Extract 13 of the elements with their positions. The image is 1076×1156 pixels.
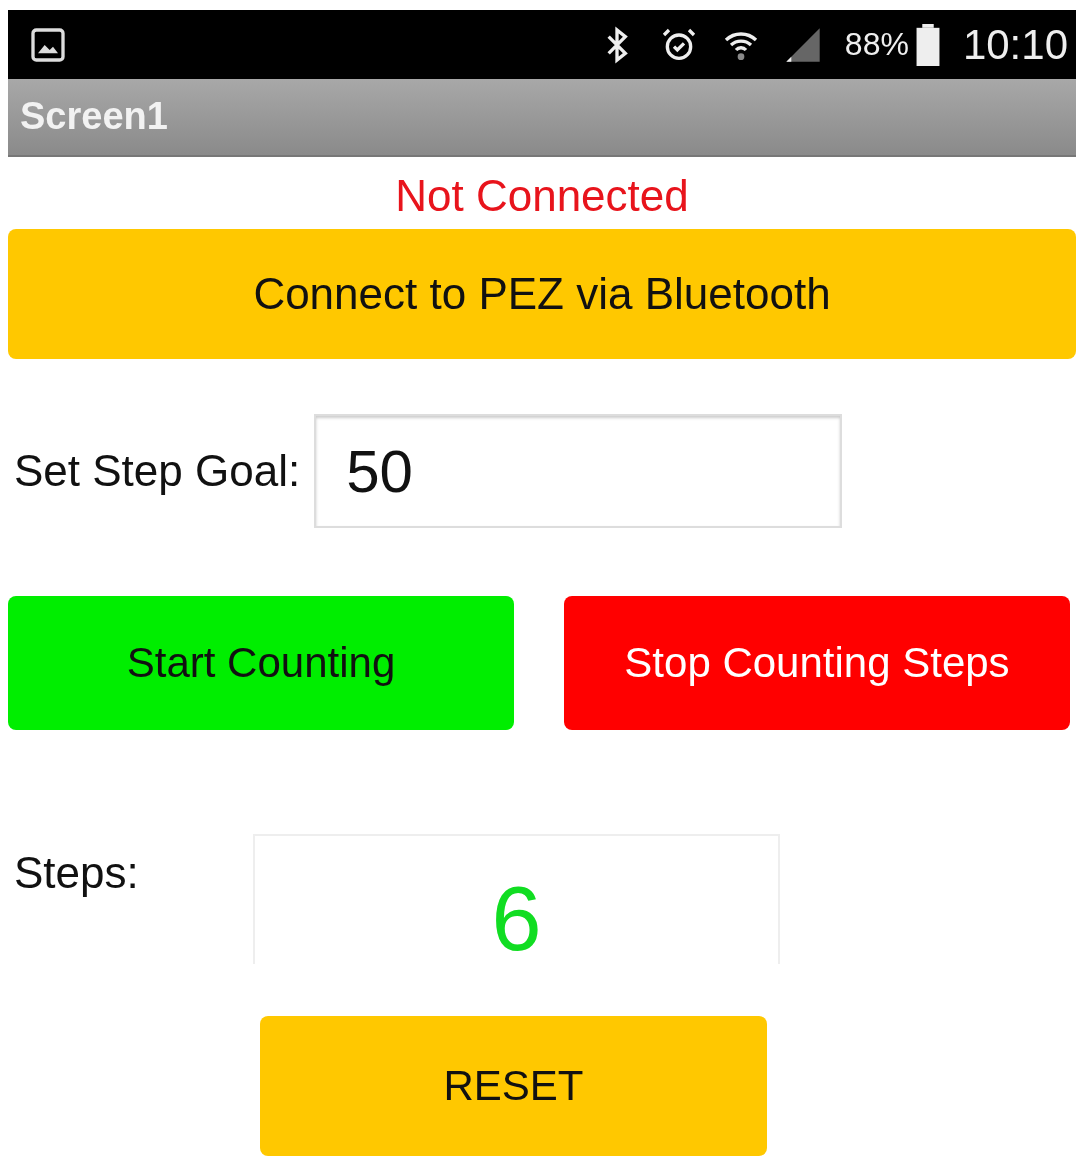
step-goal-label: Set Step Goal: [14, 446, 301, 496]
steps-display: 6 [253, 834, 780, 964]
clock-time: 10:10 [962, 20, 1068, 69]
connect-button[interactable]: Connect to PEZ via Bluetooth [8, 228, 1076, 359]
connection-status: Not Connected [395, 170, 689, 221]
battery-percent: 88% [844, 26, 909, 63]
counting-button[interactable]: Stop Counting Steps [564, 596, 1070, 730]
counting-button[interactable]: Start Counting [8, 596, 514, 730]
screen-title: Screen1 [20, 95, 168, 139]
steps-label: Steps: [14, 848, 140, 898]
battery-icon [914, 23, 941, 66]
reset-button[interactable]: RESET [260, 1016, 767, 1156]
step-goal-field[interactable]: 50 [314, 414, 843, 528]
